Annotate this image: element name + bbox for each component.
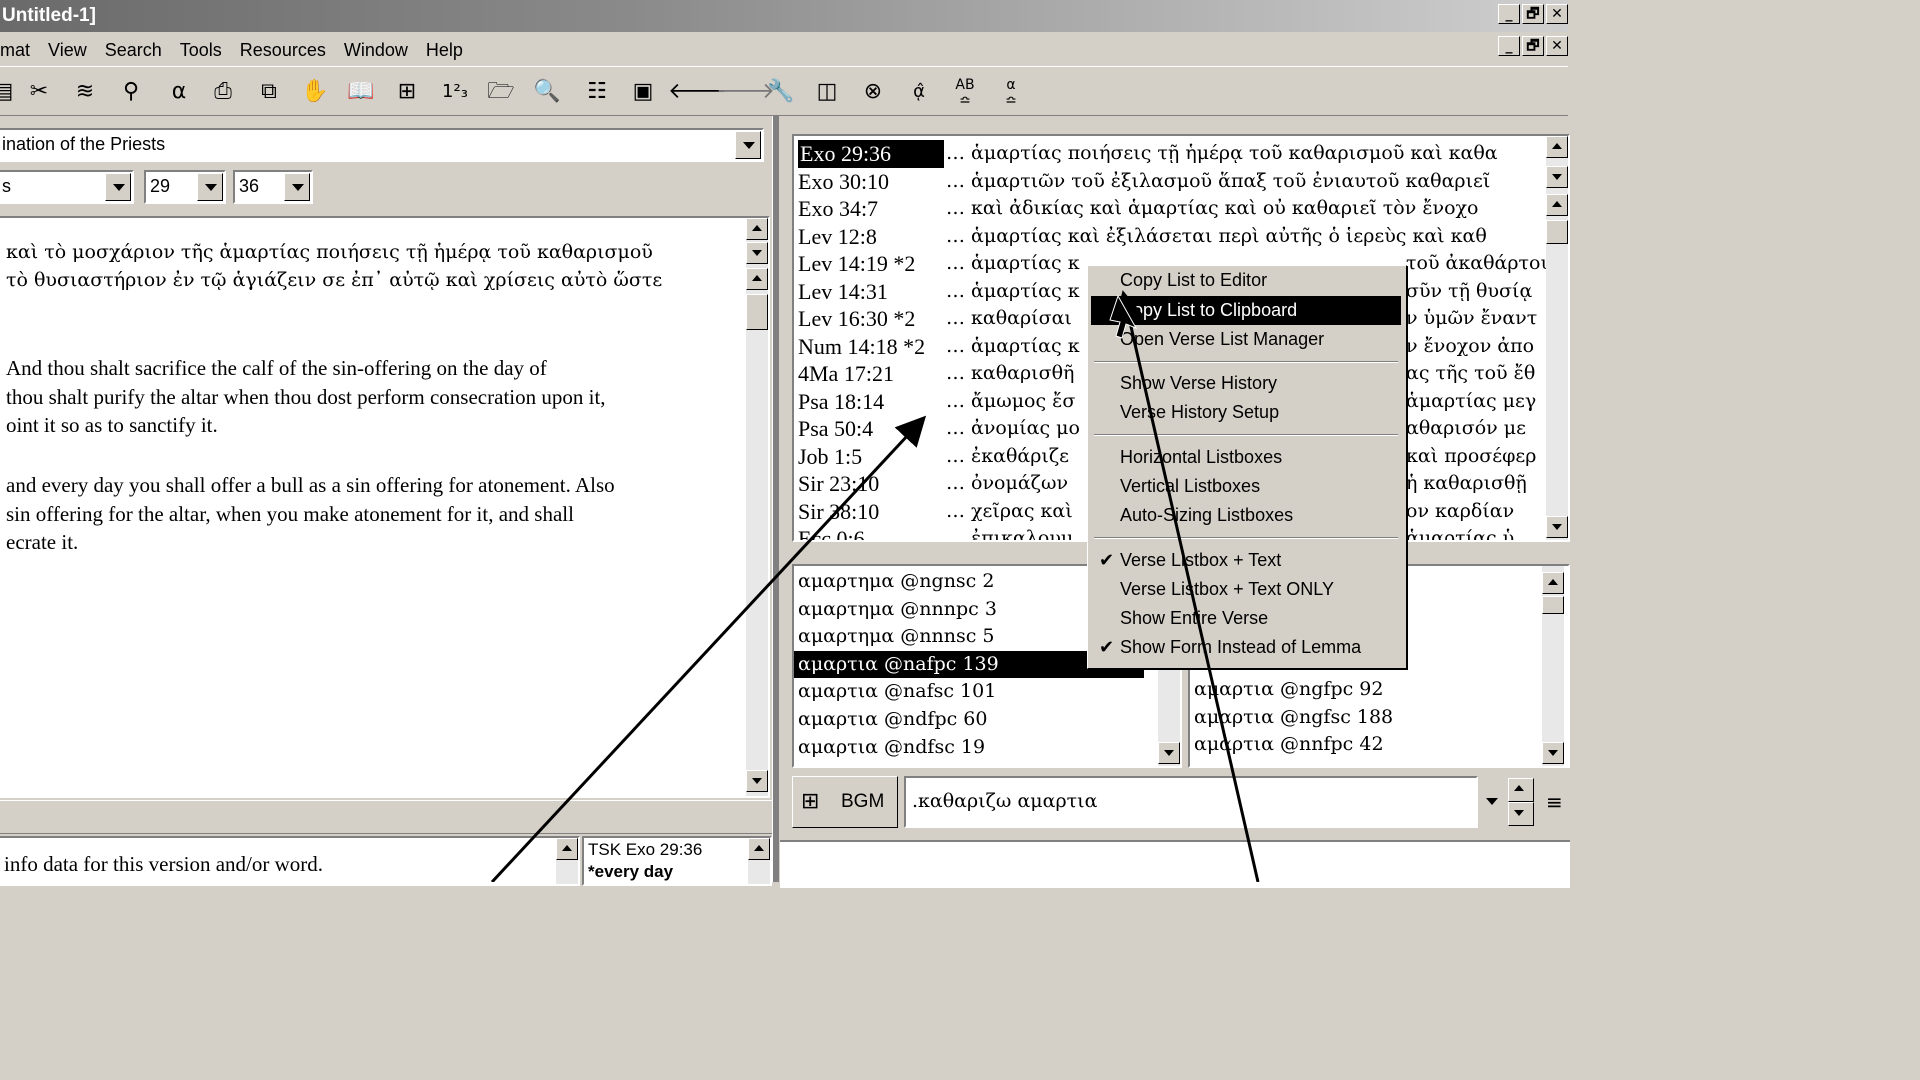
- arrow-to-verse-list: [490, 415, 927, 882]
- arrow-to-copy-clipboard: [1114, 290, 1260, 882]
- annotation-arrows: [490, 290, 1260, 882]
